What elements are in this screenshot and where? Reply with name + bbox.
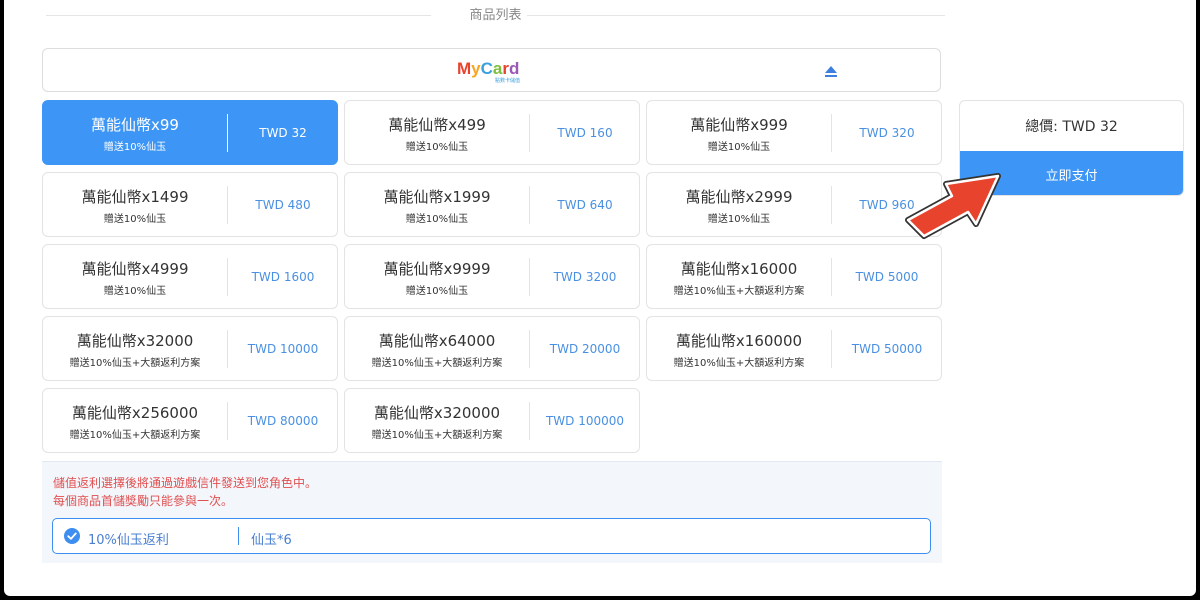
product-card[interactable]: 萬能仙幣x2999 贈送10%仙玉 TWD 960: [646, 172, 942, 237]
product-name: 萬能仙幣x256000: [71, 404, 199, 422]
product-divider: [529, 186, 530, 224]
product-divider: [529, 114, 530, 152]
product-name: 萬能仙幣x499: [388, 116, 486, 134]
product-bonus: 贈送10%仙玉+大額返利方案: [673, 286, 805, 297]
product-name: 萬能仙幣x64000: [378, 332, 496, 350]
product-card[interactable]: 萬能仙幣x16000 贈送10%仙玉+大額返利方案 TWD 5000: [646, 244, 942, 309]
product-bonus: 贈送10%仙玉+大額返利方案: [371, 430, 503, 441]
product-bonus: 贈送10%仙玉+大額返利方案: [69, 430, 201, 441]
product-name: 萬能仙幣x999: [690, 116, 788, 134]
product-divider: [529, 258, 530, 296]
product-card[interactable]: 萬能仙幣x499 贈送10%仙玉 TWD 160: [344, 100, 640, 165]
payment-method-bar[interactable]: MyCard 點數卡儲值: [42, 48, 941, 92]
check-circle-icon: [64, 528, 80, 544]
total-price: 總價: TWD 32: [1025, 119, 1118, 135]
product-price: TWD 1600: [251, 269, 315, 284]
product-bonus: 贈送10%仙玉+大額返利方案: [673, 358, 805, 369]
product-card[interactable]: 萬能仙幣x160000 贈送10%仙玉+大額返利方案 TWD 50000: [646, 316, 942, 381]
product-divider: [227, 402, 228, 440]
product-name: 萬能仙幣x2999: [685, 188, 793, 206]
product-card[interactable]: 萬能仙幣x64000 贈送10%仙玉+大額返利方案 TWD 20000: [344, 316, 640, 381]
section-title: 商品列表: [46, 0, 945, 30]
rebate-value: 仙玉*6: [251, 533, 292, 548]
product-card[interactable]: 萬能仙幣x99 贈送10%仙玉 TWD 32: [42, 100, 338, 165]
product-name: 萬能仙幣x1999: [383, 188, 491, 206]
product-price: TWD 480: [255, 197, 311, 212]
product-divider: [227, 330, 228, 368]
product-card[interactable]: 萬能仙幣x999 贈送10%仙玉 TWD 320: [646, 100, 942, 165]
product-name: 萬能仙幣x99: [91, 116, 179, 134]
product-price: TWD 100000: [545, 413, 625, 428]
mycard-logo: MyCard 點數卡儲值: [457, 59, 520, 84]
product-card[interactable]: 萬能仙幣x320000 贈送10%仙玉+大額返利方案 TWD 100000: [344, 388, 640, 453]
product-divider: [227, 186, 228, 224]
product-divider: [831, 330, 832, 368]
product-price: TWD 640: [557, 197, 613, 212]
product-price: TWD 10000: [247, 341, 319, 356]
product-card[interactable]: 萬能仙幣x1999 贈送10%仙玉 TWD 640: [344, 172, 640, 237]
svg-text:MyCard: MyCard: [457, 59, 519, 78]
product-name: 萬能仙幣x16000: [680, 260, 798, 278]
divider-left: [46, 15, 431, 16]
product-divider: [227, 114, 228, 152]
product-price: TWD 5000: [855, 269, 919, 284]
rebate-divider: [238, 527, 239, 545]
product-divider: [227, 258, 228, 296]
product-bonus: 贈送10%仙玉: [103, 142, 167, 153]
rebate-option[interactable]: 10%仙玉返利 仙玉*6: [52, 518, 931, 554]
product-bonus: 贈送10%仙玉: [707, 214, 771, 225]
page: 商品列表 MyCard 點數卡儲值 萬能仙幣x99 贈送10%仙玉 TWD 32 萬能…: [4, 0, 1196, 596]
product-divider: [831, 258, 832, 296]
product-divider: [831, 186, 832, 224]
product-bonus: 贈送10%仙玉+大額返利方案: [371, 358, 503, 369]
mycard-logo-subtext: 點數卡儲值: [495, 77, 520, 84]
product-bonus: 贈送10%仙玉: [405, 214, 469, 225]
product-name: 萬能仙幣x320000: [373, 404, 501, 422]
triangle-up-icon[interactable]: [823, 64, 839, 78]
product-bonus: 贈送10%仙玉: [405, 286, 469, 297]
product-name: 萬能仙幣x160000: [675, 332, 803, 350]
product-name: 萬能仙幣x32000: [76, 332, 194, 350]
divider-right: [527, 15, 945, 16]
product-bonus: 贈送10%仙玉: [103, 214, 167, 225]
product-bonus: 贈送10%仙玉: [405, 142, 469, 153]
product-price: TWD 80000: [247, 413, 319, 428]
product-price: TWD 320: [859, 125, 915, 140]
rebate-label: 10%仙玉返利: [88, 533, 169, 548]
product-price: TWD 20000: [549, 341, 621, 356]
rebate-notice: 儲值返利選擇後將通過遊戲信件發送到您角色中。 每個商品首儲獎勵只能參與一次。 1…: [42, 461, 942, 563]
notice-line-2: 每個商品首儲獎勵只能參與一次。: [53, 494, 234, 508]
product-price: TWD 3200: [553, 269, 617, 284]
arrow-pointer-icon: [905, 173, 1001, 239]
product-card[interactable]: 萬能仙幣x32000 贈送10%仙玉+大額返利方案 TWD 10000: [42, 316, 338, 381]
product-bonus: 贈送10%仙玉+大額返利方案: [69, 358, 201, 369]
product-divider: [831, 114, 832, 152]
product-divider: [529, 402, 530, 440]
product-name: 萬能仙幣x4999: [81, 260, 189, 278]
product-card[interactable]: 萬能仙幣x1499 贈送10%仙玉 TWD 480: [42, 172, 338, 237]
section-title-text: 商品列表: [469, 7, 522, 23]
product-card[interactable]: 萬能仙幣x4999 贈送10%仙玉 TWD 1600: [42, 244, 338, 309]
product-name: 萬能仙幣x9999: [383, 260, 491, 278]
product-price: TWD 50000: [851, 341, 923, 356]
notice-line-1: 儲值返利選擇後將通過遊戲信件發送到您角色中。: [53, 476, 318, 490]
product-card[interactable]: 萬能仙幣x256000 贈送10%仙玉+大額返利方案 TWD 80000: [42, 388, 338, 453]
product-bonus: 贈送10%仙玉: [707, 142, 771, 153]
product-name: 萬能仙幣x1499: [81, 188, 189, 206]
product-price: TWD 160: [557, 125, 613, 140]
product-card[interactable]: 萬能仙幣x9999 贈送10%仙玉 TWD 3200: [344, 244, 640, 309]
product-price: TWD 32: [259, 125, 307, 140]
product-bonus: 贈送10%仙玉: [103, 286, 167, 297]
product-divider: [529, 330, 530, 368]
